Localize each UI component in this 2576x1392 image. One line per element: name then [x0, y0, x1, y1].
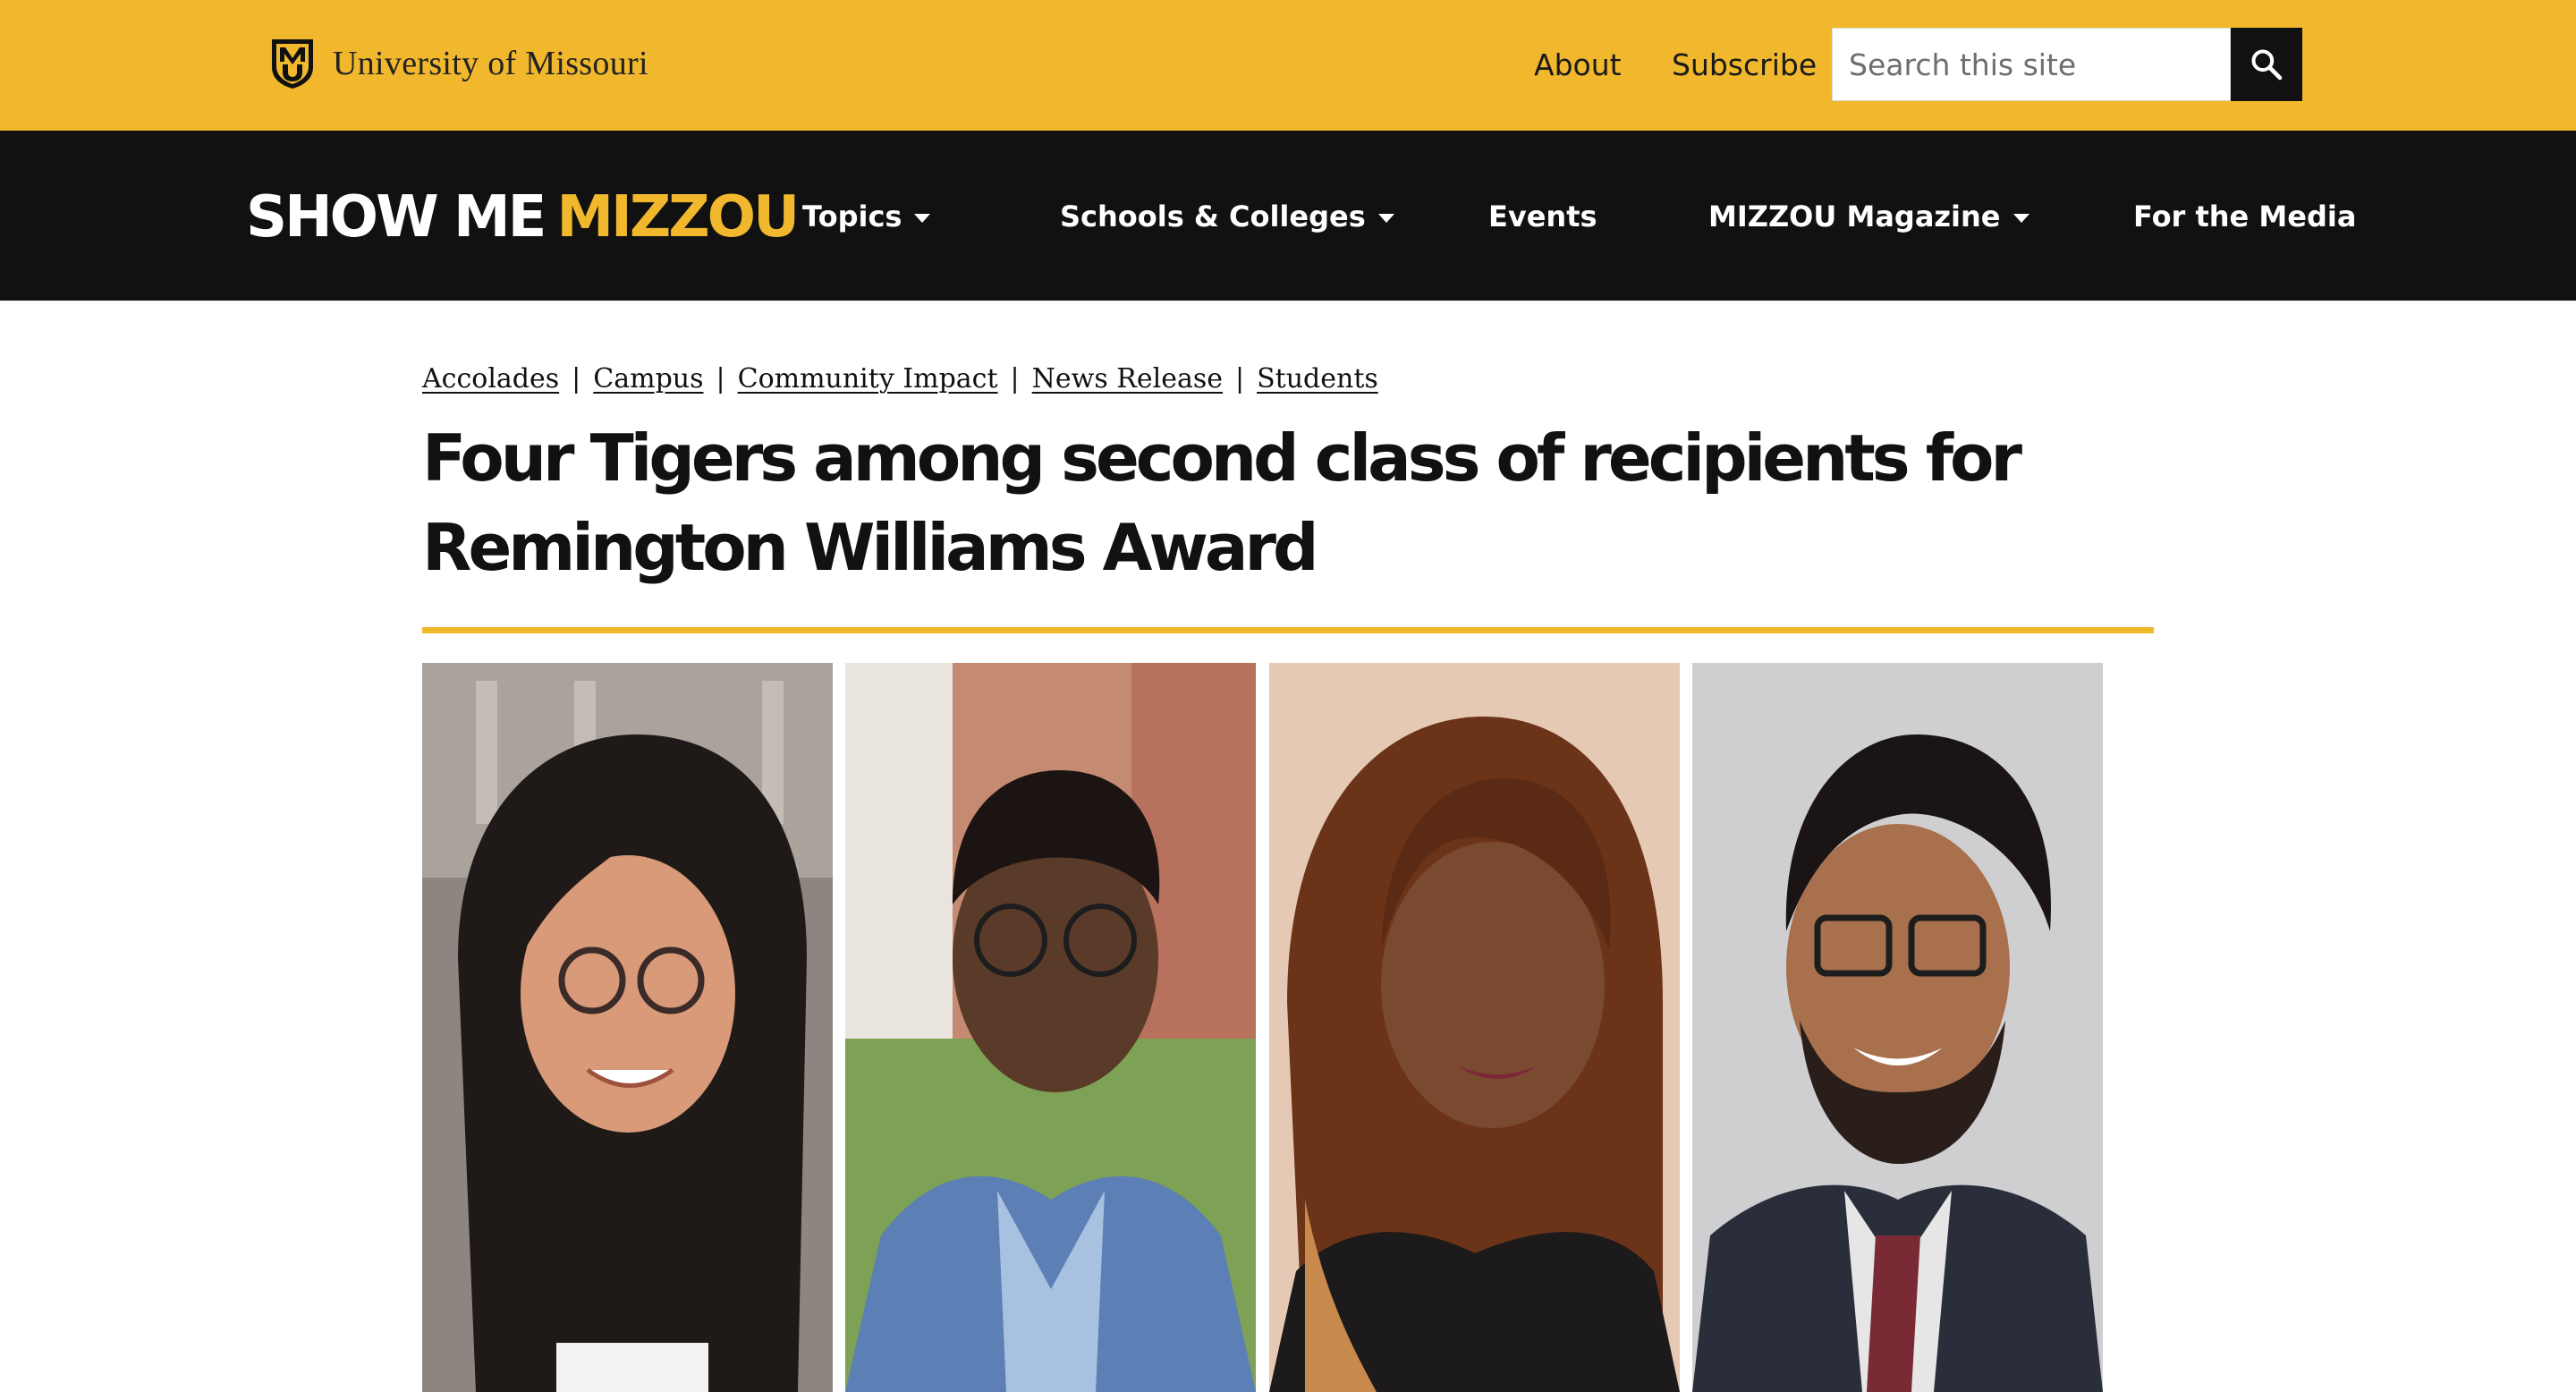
- portrait-photo-1: [422, 663, 833, 1392]
- category-separator: |: [1010, 362, 1020, 395]
- about-link[interactable]: About: [1534, 41, 1622, 89]
- nav-item-mizzou-magazine[interactable]: MIZZOU Magazine: [1708, 191, 2029, 242]
- logo-text-show-me: SHOW ME: [246, 184, 547, 250]
- magnifier-icon: [2251, 49, 2283, 81]
- nav-item-label: Events: [1488, 199, 1597, 233]
- nav-item-label: Schools & Colleges: [1060, 199, 1366, 233]
- title-divider: [422, 627, 2154, 633]
- portrait-photo-2: [845, 663, 1256, 1392]
- show-me-mizzou-logo[interactable]: SHOW ME MIZZOU: [246, 184, 800, 250]
- category-link-news-release[interactable]: News Release: [1032, 363, 1223, 395]
- category-link-students[interactable]: Students: [1257, 363, 1378, 395]
- category-list: Accolades | Campus | Community Impact | …: [422, 356, 1378, 401]
- nav-item-topics[interactable]: Topics: [802, 191, 931, 242]
- caret-down-icon: [1377, 214, 1394, 223]
- category-separator: |: [716, 362, 725, 395]
- nav-item-schools-colleges[interactable]: Schools & Colleges: [1060, 191, 1394, 242]
- nav-item-label: MIZZOU Magazine: [1708, 199, 2001, 233]
- caret-down-icon: [914, 214, 931, 223]
- category-link-campus[interactable]: Campus: [593, 363, 703, 395]
- university-brand-link[interactable]: University of Missouri: [268, 36, 648, 91]
- category-separator: |: [572, 362, 581, 395]
- nav-item-label: For the Media: [2133, 199, 2357, 233]
- nav-item-label: Topics: [802, 199, 902, 233]
- category-link-community-impact[interactable]: Community Impact: [738, 363, 998, 395]
- logo-text-mizzou: MIZZOU: [556, 184, 800, 250]
- portrait-photo-4: [1692, 663, 2103, 1392]
- nav-item-events[interactable]: Events: [1488, 191, 1597, 242]
- caret-down-icon: [2012, 214, 2029, 223]
- utility-bar: University of Missouri About Subscribe: [0, 0, 2576, 131]
- nav-item-for-the-media[interactable]: For the Media: [2133, 191, 2356, 242]
- university-name: University of Missouri: [333, 45, 648, 82]
- portrait-photo-3: [1269, 663, 1680, 1392]
- search-button[interactable]: [2231, 28, 2302, 101]
- category-link-accolades[interactable]: Accolades: [422, 363, 559, 395]
- subscribe-link[interactable]: Subscribe: [1672, 41, 1817, 89]
- search-input[interactable]: [1832, 28, 2231, 101]
- category-separator: |: [1235, 362, 1245, 395]
- mu-shield-icon: [272, 39, 313, 89]
- main-nav: SHOW ME MIZZOU Topics Schools & Colleges…: [0, 131, 2576, 301]
- article-title: Four Tigers among second class of recipi…: [422, 420, 2022, 585]
